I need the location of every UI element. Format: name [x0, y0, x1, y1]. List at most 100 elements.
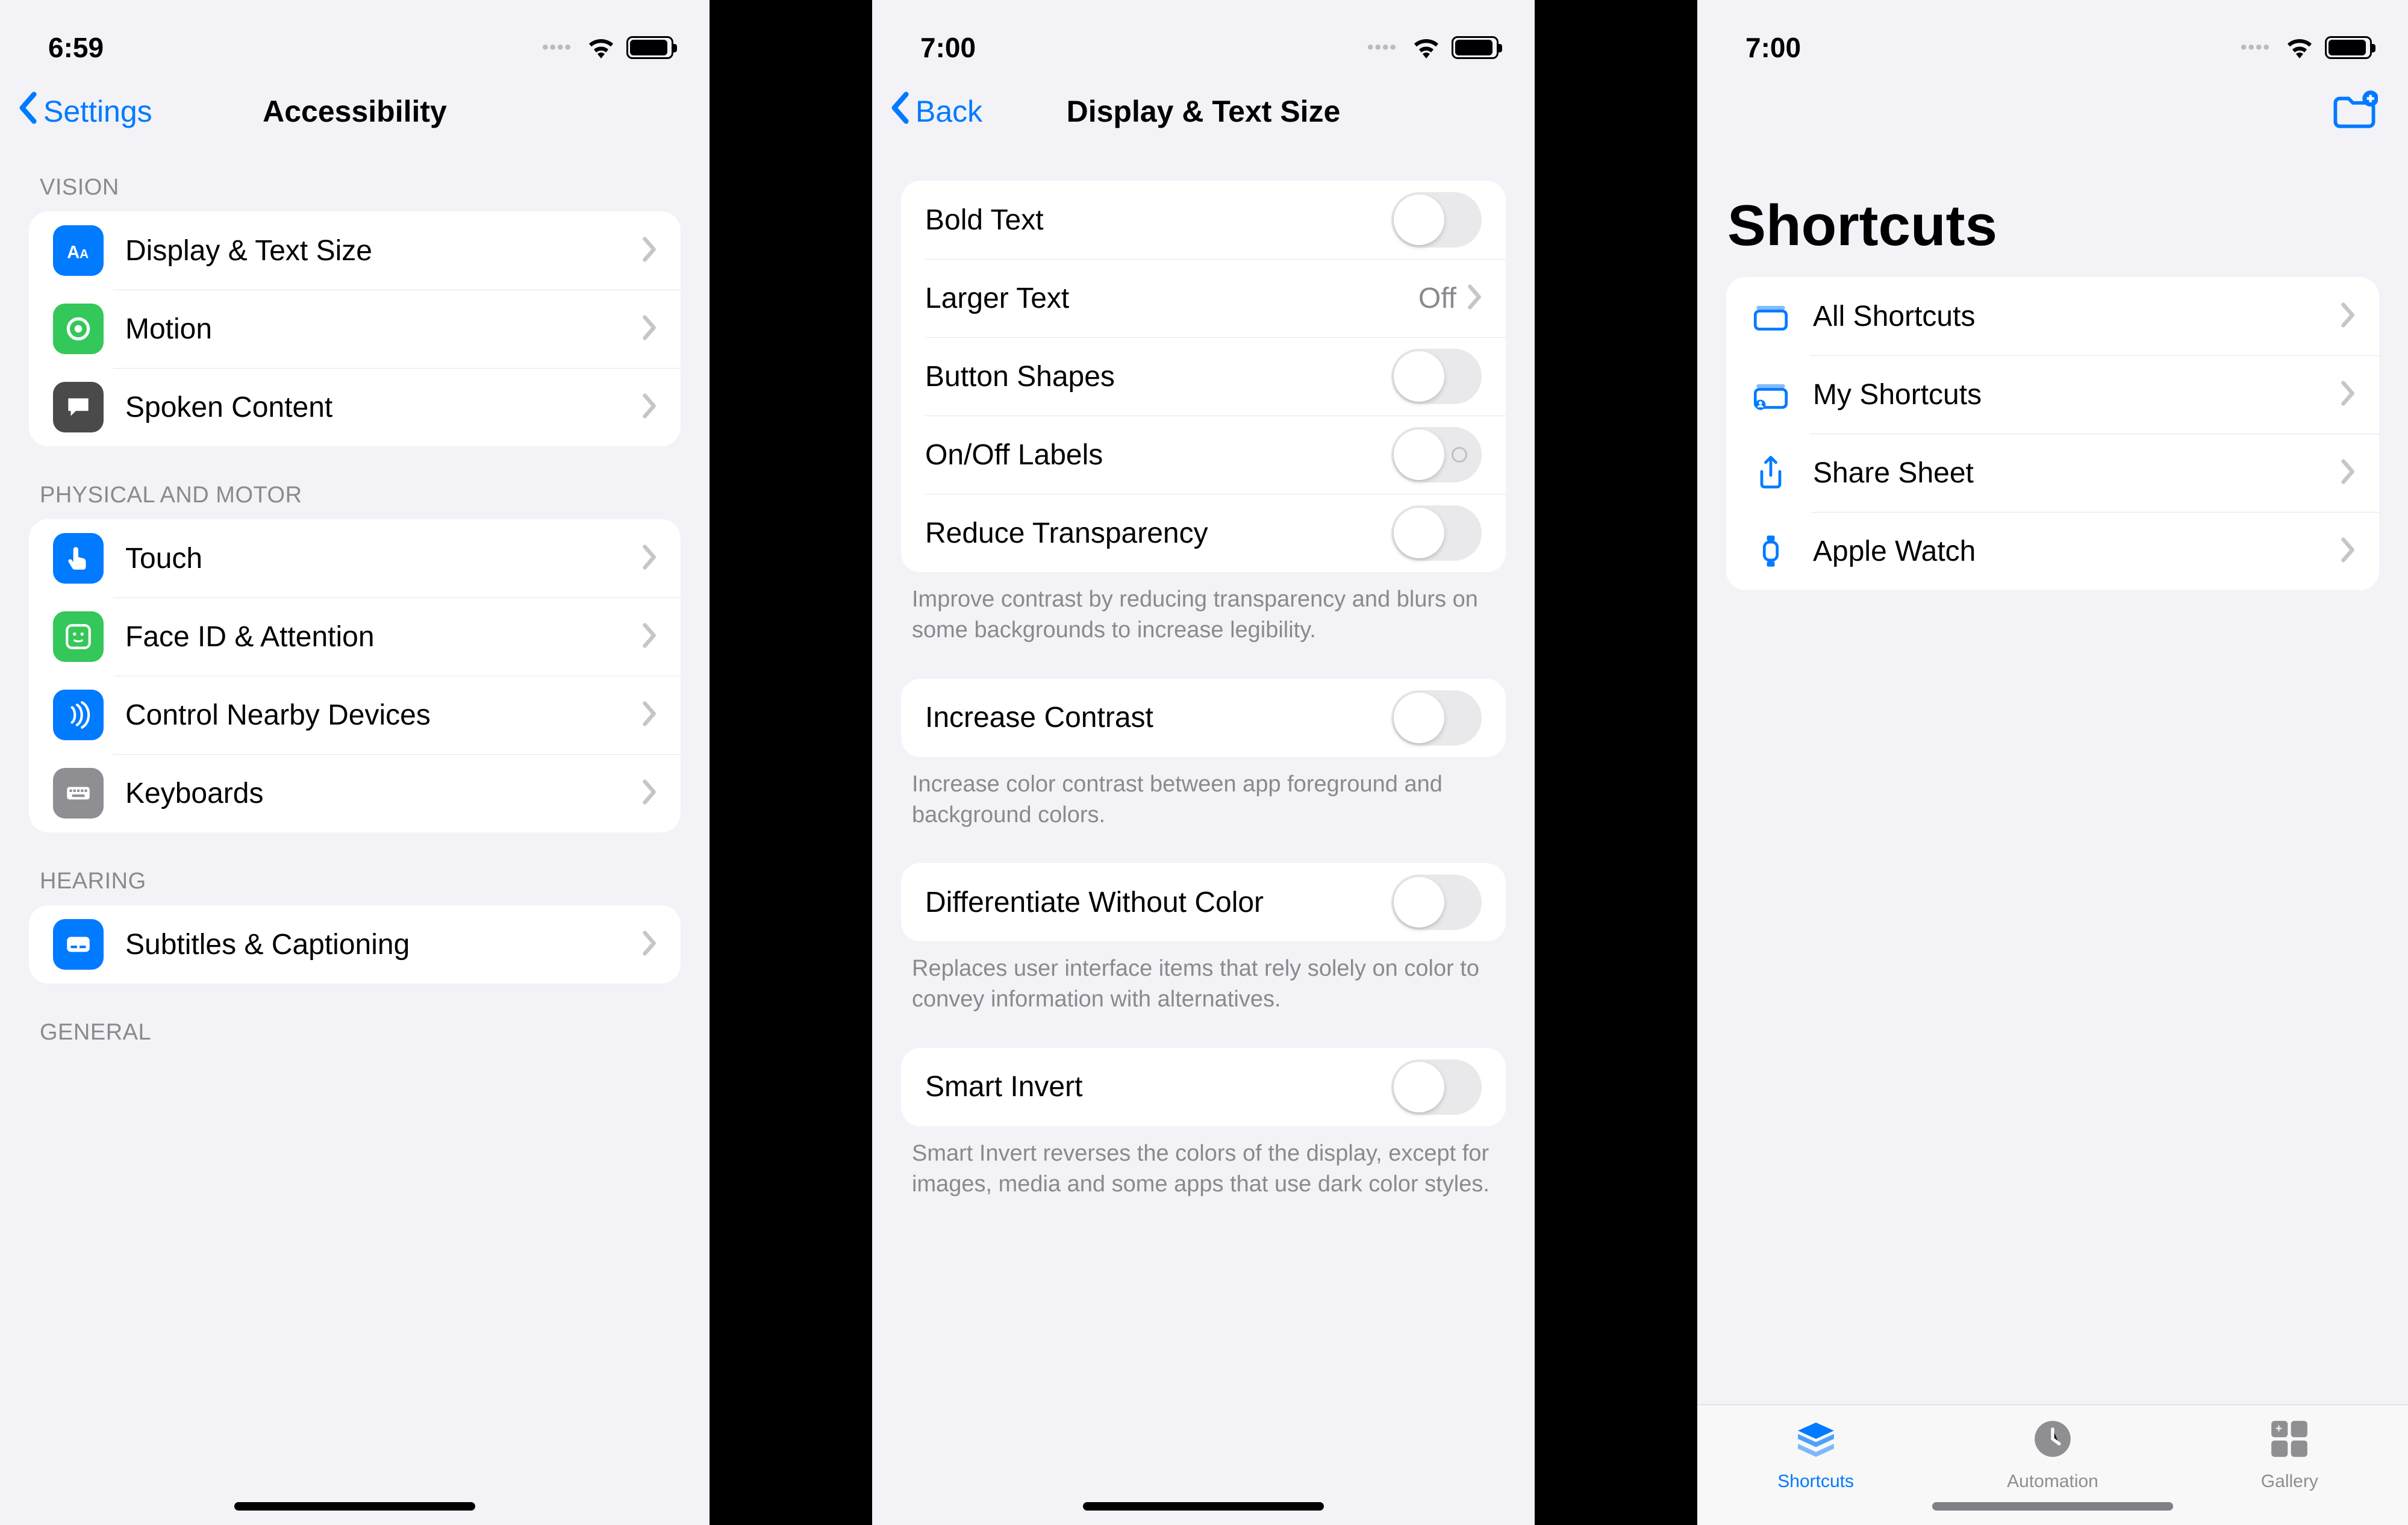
toggle-increase-contrast[interactable] — [1391, 690, 1482, 746]
cellular-dots-icon: •••• — [1367, 37, 1397, 58]
back-button[interactable]: Back — [890, 91, 982, 132]
wifi-icon — [1412, 37, 1441, 58]
grid-icon: + — [2266, 1416, 2312, 1467]
speech-icon — [53, 382, 104, 432]
battery-icon — [626, 36, 673, 59]
row-touch[interactable]: Touch — [29, 519, 681, 597]
status-time: 6:59 — [48, 31, 104, 64]
row-keyboards[interactable]: Keyboards — [29, 754, 681, 832]
section-header-hearing: HEARING — [29, 832, 681, 905]
group-a: Bold Text Larger Text Off Button Shapes … — [901, 181, 1506, 572]
row-subtitles[interactable]: Subtitles & Captioning — [29, 905, 681, 984]
section-header-general: GENERAL — [29, 984, 681, 1056]
toggle-differentiate-without-color[interactable] — [1391, 875, 1482, 930]
tab-gallery[interactable]: + Gallery — [2171, 1416, 2408, 1525]
row-label: Motion — [125, 313, 641, 346]
chevron-right-icon — [641, 779, 657, 808]
svg-text:A: A — [67, 243, 80, 263]
row-label: Spoken Content — [125, 391, 641, 424]
battery-icon — [2325, 36, 2372, 59]
group-footer: Smart Invert reverses the colors of the … — [901, 1126, 1506, 1203]
share-icon — [1750, 452, 1791, 493]
row-reduce-transparency: Reduce Transparency — [901, 494, 1506, 572]
row-my-shortcuts[interactable]: My Shortcuts — [1726, 355, 2379, 434]
row-label: All Shortcuts — [1813, 300, 2339, 333]
nav-bar: Back Display & Text Size — [872, 72, 1535, 151]
clock-icon — [2030, 1416, 2076, 1467]
status-bar: 7:00 •••• — [872, 0, 1535, 72]
group-physical: Touch Face ID & Attention Control Nearby… — [29, 519, 681, 832]
row-label: On/Off Labels — [925, 438, 1391, 472]
home-indicator[interactable] — [1083, 1502, 1324, 1511]
group-d: Smart Invert — [901, 1048, 1506, 1126]
chevron-right-icon — [2339, 302, 2355, 331]
row-share-sheet[interactable]: Share Sheet — [1726, 434, 2379, 512]
row-label: Increase Contrast — [925, 701, 1391, 734]
nearby-icon — [53, 690, 104, 740]
status-right: •••• — [1367, 36, 1499, 59]
back-label: Settings — [43, 94, 152, 129]
chevron-right-icon — [641, 314, 657, 344]
group-c: Differentiate Without Color — [901, 863, 1506, 941]
row-motion[interactable]: Motion — [29, 290, 681, 368]
row-all-shortcuts[interactable]: All Shortcuts — [1726, 277, 2379, 355]
row-smart-invert: Smart Invert — [901, 1048, 1506, 1126]
chevron-right-icon — [2339, 537, 2355, 566]
back-button[interactable]: Settings — [18, 91, 152, 132]
wifi-icon — [2285, 37, 2314, 58]
row-label: Reduce Transparency — [925, 517, 1391, 550]
tab-label: Gallery — [2261, 1471, 2318, 1492]
toggle-bold-text[interactable] — [1391, 192, 1482, 248]
content: Bold Text Larger Text Off Button Shapes … — [872, 151, 1535, 1525]
toggle-smart-invert[interactable] — [1391, 1059, 1482, 1115]
toggle-reduce-transparency[interactable] — [1391, 505, 1482, 561]
screen-accessibility: 6:59 •••• Settings Accessibility VISION … — [0, 0, 710, 1525]
row-label: Differentiate Without Color — [925, 886, 1391, 919]
keyboard-icon — [53, 768, 104, 819]
toggle-off-indicator-icon — [1452, 447, 1467, 463]
row-faceid[interactable]: Face ID & Attention — [29, 597, 681, 676]
status-right: •••• — [542, 36, 673, 59]
group-vision: AA Display & Text Size Motion Spoken Con… — [29, 211, 681, 446]
row-spoken-content[interactable]: Spoken Content — [29, 368, 681, 446]
tab-shortcuts[interactable]: Shortcuts — [1697, 1416, 1934, 1525]
folder-plus-icon — [2331, 123, 2378, 133]
wifi-icon — [587, 37, 616, 58]
row-differentiate-without-color: Differentiate Without Color — [901, 863, 1506, 941]
group-footer: Increase color contrast between app fore… — [901, 757, 1506, 834]
row-label: Smart Invert — [925, 1070, 1391, 1103]
row-larger-text[interactable]: Larger Text Off — [901, 259, 1506, 337]
chevron-right-icon — [1466, 284, 1482, 313]
back-label: Back — [915, 94, 982, 129]
group-b: Increase Contrast — [901, 679, 1506, 757]
cellular-dots-icon: •••• — [542, 37, 572, 58]
home-indicator[interactable] — [234, 1502, 475, 1511]
home-indicator[interactable] — [1932, 1502, 2173, 1511]
row-apple-watch[interactable]: Apple Watch — [1726, 512, 2379, 590]
touch-icon — [53, 533, 104, 584]
screen-shortcuts: 7:00 •••• Shortcuts All Shortcuts My Sho… — [1697, 0, 2408, 1525]
svg-text:+: + — [2275, 1423, 2282, 1435]
row-label: Apple Watch — [1813, 535, 2339, 568]
chevron-left-icon — [890, 91, 912, 132]
row-control-nearby[interactable]: Control Nearby Devices — [29, 676, 681, 754]
row-label: Touch — [125, 542, 641, 575]
text-size-icon: AA — [53, 225, 104, 276]
row-label: Face ID & Attention — [125, 620, 641, 653]
row-label: Keyboards — [125, 777, 641, 810]
toggle-button-shapes[interactable] — [1391, 349, 1482, 404]
toggle-onoff-labels[interactable] — [1391, 427, 1482, 482]
chevron-right-icon — [641, 700, 657, 730]
stack-icon — [1793, 1416, 1839, 1467]
row-label: Button Shapes — [925, 360, 1391, 393]
row-label: Share Sheet — [1813, 457, 2339, 490]
row-increase-contrast: Increase Contrast — [901, 679, 1506, 757]
folder-person-icon — [1750, 374, 1791, 415]
add-folder-button[interactable] — [2331, 90, 2378, 134]
status-bar: 7:00 •••• — [1697, 0, 2408, 72]
row-display-text-size[interactable]: AA Display & Text Size — [29, 211, 681, 290]
tab-label: Automation — [2007, 1471, 2098, 1492]
row-label: Subtitles & Captioning — [125, 928, 641, 961]
row-label: Display & Text Size — [125, 234, 641, 267]
nav-bar: Settings Accessibility — [0, 72, 710, 151]
